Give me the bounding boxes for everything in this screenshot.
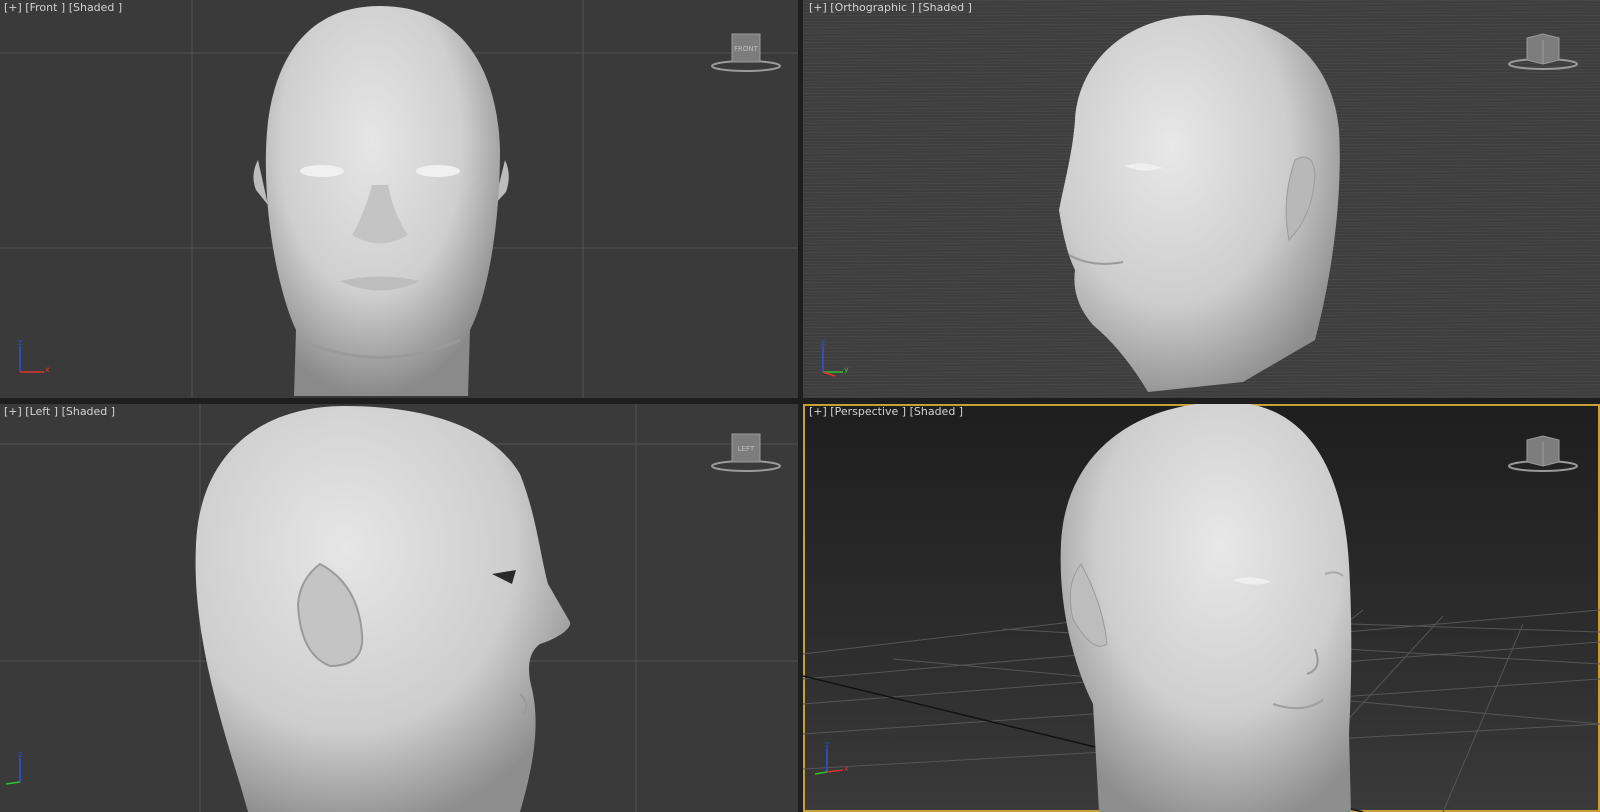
viewport-orthographic[interactable]: [+] [Orthographic ] [Shaded ] z y — [803, 0, 1600, 398]
head-model-perspective — [1060, 404, 1352, 812]
viewcube-face-label: FRONT — [734, 45, 759, 53]
viewcube-icon[interactable] — [1505, 32, 1581, 78]
ortho-scene — [1059, 15, 1340, 392]
axis-label-z: z — [825, 740, 829, 749]
head-model-ortho — [1059, 15, 1340, 392]
viewcube-icon[interactable] — [1505, 434, 1581, 480]
head-model-left — [195, 406, 571, 812]
axis-tripod-icon: z x — [811, 740, 851, 784]
viewport-perspective[interactable]: [+] [Perspective ] [Shaded ] z x — [803, 404, 1600, 812]
axis-label-z: z — [821, 338, 825, 347]
front-scene — [0, 0, 798, 398]
axis-label-z: z — [18, 750, 22, 759]
viewport-label-perspective[interactable]: [+] [Perspective ] [Shaded ] — [809, 405, 963, 418]
viewport-label-ortho[interactable]: [+] [Orthographic ] [Shaded ] — [809, 1, 972, 14]
axis-label-z: z — [18, 338, 22, 347]
axis-tripod-icon: z x — [12, 338, 52, 382]
axis-label-y: y — [844, 365, 849, 374]
viewcube-face-label: LEFT — [738, 445, 755, 453]
viewport-label-front[interactable]: [+] [Front ] [Shaded ] — [4, 1, 122, 14]
left-scene — [0, 404, 798, 812]
viewcube-icon[interactable]: FRONT — [708, 32, 784, 78]
axis-tripod-icon: z — [4, 750, 44, 794]
axis-label-x: x — [844, 764, 849, 773]
viewcube-icon[interactable]: LEFT — [708, 432, 784, 478]
viewport-front[interactable]: [+] [Front ] [Shaded ] FRONT z x — [0, 0, 798, 398]
head-model-front — [253, 6, 509, 396]
axis-label-x: x — [45, 365, 50, 374]
axis-tripod-icon: z y — [813, 338, 853, 382]
viewport-label-left[interactable]: [+] [Left ] [Shaded ] — [4, 405, 115, 418]
perspective-scene — [803, 404, 1600, 812]
viewport-left[interactable]: [+] [Left ] [Shaded ] LEFT z — [0, 404, 798, 812]
